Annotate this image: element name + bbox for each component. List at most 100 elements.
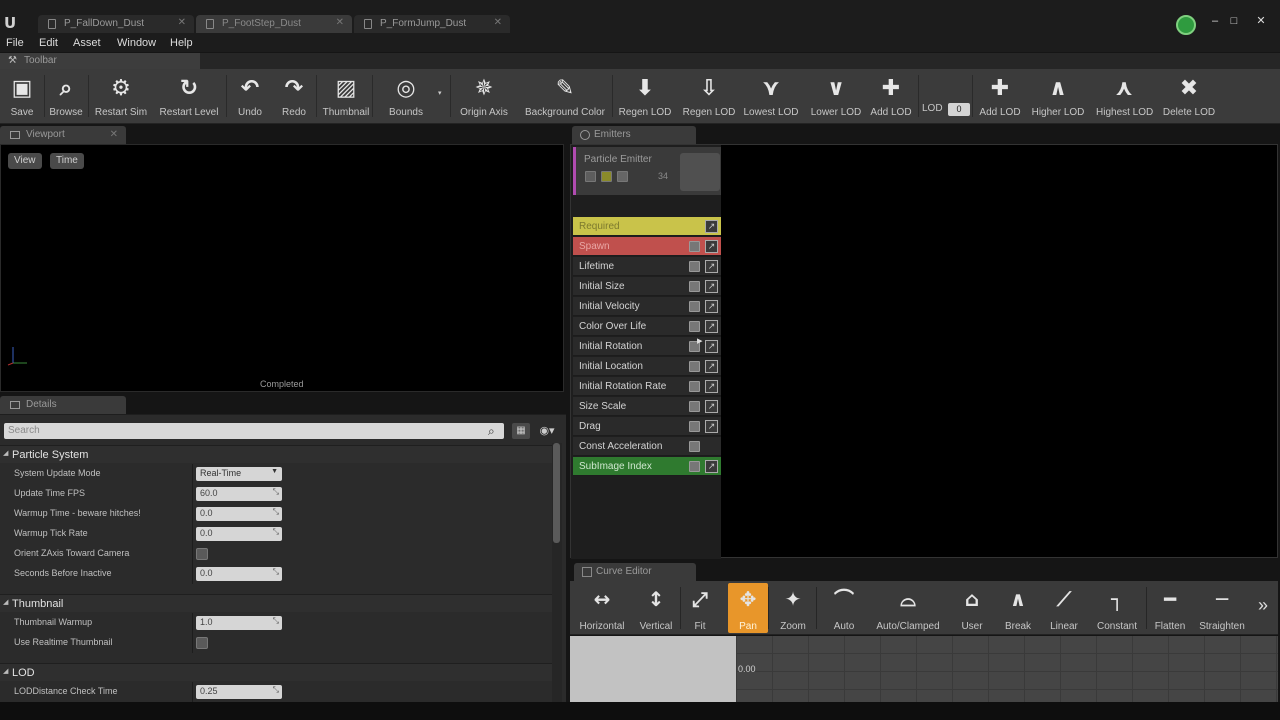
redo-button[interactable]: ↷ Redo [272, 71, 316, 121]
time-button[interactable]: Time [50, 153, 84, 169]
column-splitter[interactable] [192, 564, 193, 584]
curve-icon[interactable]: ↗ [705, 320, 718, 333]
add-lod-above-button[interactable]: ✚ Add LOD [976, 71, 1024, 121]
emitters-tab[interactable]: Emitters [572, 126, 696, 144]
column-splitter[interactable] [192, 464, 193, 484]
details-scrollbar[interactable] [552, 443, 562, 720]
more-icon[interactable]: » [1258, 595, 1268, 616]
constant-button[interactable]: ┐ Constant [1090, 583, 1144, 633]
viewport[interactable]: View Time Completed [0, 144, 564, 392]
close-icon[interactable]: ✕ [336, 17, 344, 28]
curve-icon[interactable]: ↗ [705, 280, 718, 293]
number-field[interactable]: 0.0 ⤡ [196, 527, 282, 541]
module-row[interactable]: Size Scale ↗ [573, 397, 721, 416]
spinner-icon[interactable]: ⤡ [273, 507, 279, 517]
origin-axis-button[interactable]: ✵ Origin Axis [454, 71, 514, 121]
number-field[interactable]: 60.0 ⤡ [196, 487, 282, 501]
document-tab[interactable]: P_FormJump_Dust ✕ [354, 15, 510, 33]
spinner-icon[interactable]: ⤡ [273, 567, 279, 577]
linear-button[interactable]: ⟋ Linear [1042, 583, 1086, 633]
column-splitter[interactable] [192, 682, 193, 702]
curve-editor-tab[interactable]: Curve Editor [574, 563, 696, 581]
close-icon[interactable]: ✕ [110, 129, 118, 140]
menu-edit[interactable]: Edit [39, 37, 58, 49]
lowest-lod-button[interactable]: ⋎ Lowest LOD [740, 71, 802, 121]
checkbox[interactable] [196, 637, 208, 649]
highest-lod-button[interactable]: ⋏ Highest LOD [1096, 71, 1153, 121]
regen-lod-button[interactable]: ⬇ Regen LOD [614, 71, 676, 121]
module-enable-checkbox[interactable] [689, 281, 700, 292]
column-splitter[interactable] [192, 613, 193, 633]
module-enable-checkbox[interactable] [689, 241, 700, 252]
module-row[interactable]: Initial Location ↗ [573, 357, 721, 376]
thumbnail-button[interactable]: ▨ Thumbnail [318, 71, 374, 121]
pan-button[interactable]: ✥ Pan [728, 583, 768, 633]
curve-icon[interactable]: ↗ [705, 420, 718, 433]
curve-graph[interactable]: 0.00 [736, 636, 1278, 702]
restart-level-button[interactable]: ↻ Restart Level [156, 71, 222, 121]
number-field[interactable]: 0.0 ⤡ [196, 507, 282, 521]
category-header[interactable]: Particle System [0, 445, 552, 463]
emitter-render-mode-button[interactable] [601, 171, 612, 182]
restart-sim-button[interactable]: ⚙ Restart Sim [92, 71, 150, 121]
module-row[interactable]: Drag ↗ [573, 417, 721, 436]
menu-file[interactable]: File [6, 37, 24, 49]
view-button[interactable]: View [8, 153, 42, 169]
user-tangent-button[interactable]: ⌂ User [954, 583, 990, 633]
module-row[interactable]: Required ↗ [573, 217, 721, 236]
fit-vertical-button[interactable]: ↕ Vertical [634, 583, 678, 633]
module-row[interactable]: Spawn ↗ [573, 237, 721, 256]
menu-window[interactable]: Window [117, 37, 156, 49]
menu-help[interactable]: Help [170, 37, 193, 49]
curve-icon[interactable]: ↗ [705, 240, 718, 253]
bounds-button[interactable]: ◎ Bounds [378, 71, 434, 121]
details-tab[interactable]: Details [0, 396, 126, 414]
view-options-icon[interactable]: ▦ [512, 423, 530, 439]
close-icon[interactable]: ✕ [178, 17, 186, 28]
straighten-button[interactable]: ─ Straighten [1194, 583, 1250, 633]
save-button[interactable]: ▣ Save [2, 71, 42, 121]
module-row[interactable]: Initial Size ↗ [573, 277, 721, 296]
curve-icon[interactable]: ↗ [705, 260, 718, 273]
column-splitter[interactable] [192, 633, 193, 653]
profile-icon[interactable] [1176, 15, 1196, 35]
number-field[interactable]: 0.25 ⤡ [196, 685, 282, 699]
column-splitter[interactable] [192, 504, 193, 524]
close-icon[interactable]: ✕ [494, 17, 502, 28]
curve-icon[interactable]: ↗ [705, 380, 718, 393]
auto-tangent-button[interactable]: ⌒ Auto [824, 583, 864, 633]
curve-icon[interactable]: ↗ [705, 400, 718, 413]
background-color-button[interactable]: ✎ Background Color [520, 71, 610, 121]
search-input[interactable]: Search [4, 423, 504, 439]
flatten-button[interactable]: ━ Flatten [1150, 583, 1190, 633]
module-enable-checkbox[interactable] [689, 361, 700, 372]
number-field[interactable]: 1.0 ⤡ [196, 616, 282, 630]
document-tab[interactable]: P_FallDown_Dust ✕ [38, 15, 194, 33]
curve-icon[interactable]: ↗ [705, 360, 718, 373]
module-enable-checkbox[interactable] [689, 421, 700, 432]
category-header[interactable]: LOD [0, 663, 552, 681]
toolbar-tab[interactable]: ⚒ Toolbar [0, 53, 200, 69]
fit-horizontal-button[interactable]: ↔ Horizontal [576, 583, 628, 633]
eye-icon[interactable]: ◉▾ [534, 423, 560, 439]
emitter-enable-checkbox[interactable] [585, 171, 596, 182]
menu-asset[interactable]: Asset [73, 37, 101, 49]
break-tangent-button[interactable]: ∧ Break [998, 583, 1038, 633]
curve-icon[interactable]: ↗ [705, 460, 718, 473]
maximize-button[interactable]: □ [1227, 14, 1241, 28]
module-row[interactable]: Initial Rotation Rate ↗ [573, 377, 721, 396]
emitter-solo-button[interactable] [617, 171, 628, 182]
curve-icon[interactable]: ↗ [705, 220, 718, 233]
module-row[interactable]: SubImage Index ↗ [573, 457, 721, 476]
column-splitter[interactable] [192, 544, 193, 564]
column-splitter[interactable] [192, 484, 193, 504]
spinner-icon[interactable]: ⤡ [273, 616, 279, 626]
browse-button[interactable]: ⌕ Browse [46, 71, 86, 121]
chevron-down-icon[interactable]: ▾ [438, 89, 442, 97]
checkbox[interactable] [196, 548, 208, 560]
regen-lod-all-button[interactable]: ⇩ Regen LOD [678, 71, 740, 121]
module-enable-checkbox[interactable] [689, 461, 700, 472]
curve-icon[interactable]: ↗ [705, 340, 718, 353]
dropdown-select[interactable]: Real-Time ▼ [196, 467, 282, 481]
lod-value-field[interactable]: 0 [948, 103, 970, 116]
